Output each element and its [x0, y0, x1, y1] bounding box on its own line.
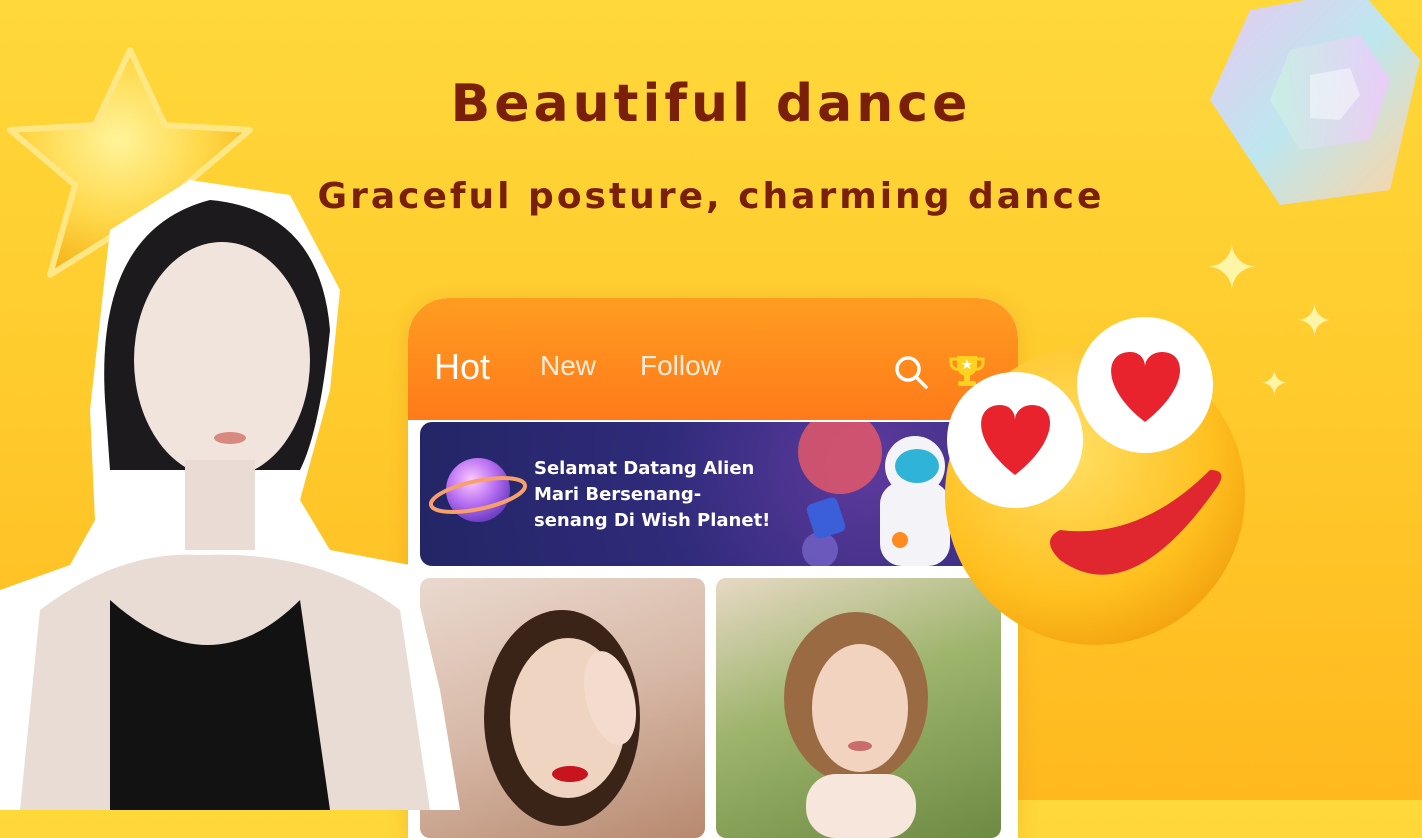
sparkle-icon: ✦	[1205, 232, 1259, 306]
welcome-banner[interactable]: Selamat Datang Alien Mari Bersenang- sen…	[420, 422, 980, 566]
phone-mockup: Hot New Follow Selamat Datang Alien Mari…	[408, 298, 1018, 838]
streamer-photo	[484, 610, 640, 826]
tab-new[interactable]: New	[540, 350, 596, 382]
live-card[interactable]	[420, 578, 705, 838]
banner-line: Selamat Datang Alien	[534, 458, 755, 479]
heart-eyes-emoji-icon	[945, 317, 1245, 645]
search-icon[interactable]	[893, 354, 929, 390]
tab-follow[interactable]: Follow	[640, 350, 721, 382]
banner-line: Mari Bersenang-	[534, 484, 702, 505]
headline-title: Beautiful dance	[450, 74, 972, 134]
banner-text: Selamat Datang Alien Mari Bersenang- sen…	[534, 456, 794, 534]
sparkle-icon: ✦	[1260, 364, 1289, 404]
model-photo	[0, 180, 460, 810]
app-header: Hot New Follow	[408, 298, 1018, 420]
banner-line: senang Di Wish Planet!	[534, 510, 771, 531]
sparkle-icon: ✦	[1296, 296, 1333, 347]
